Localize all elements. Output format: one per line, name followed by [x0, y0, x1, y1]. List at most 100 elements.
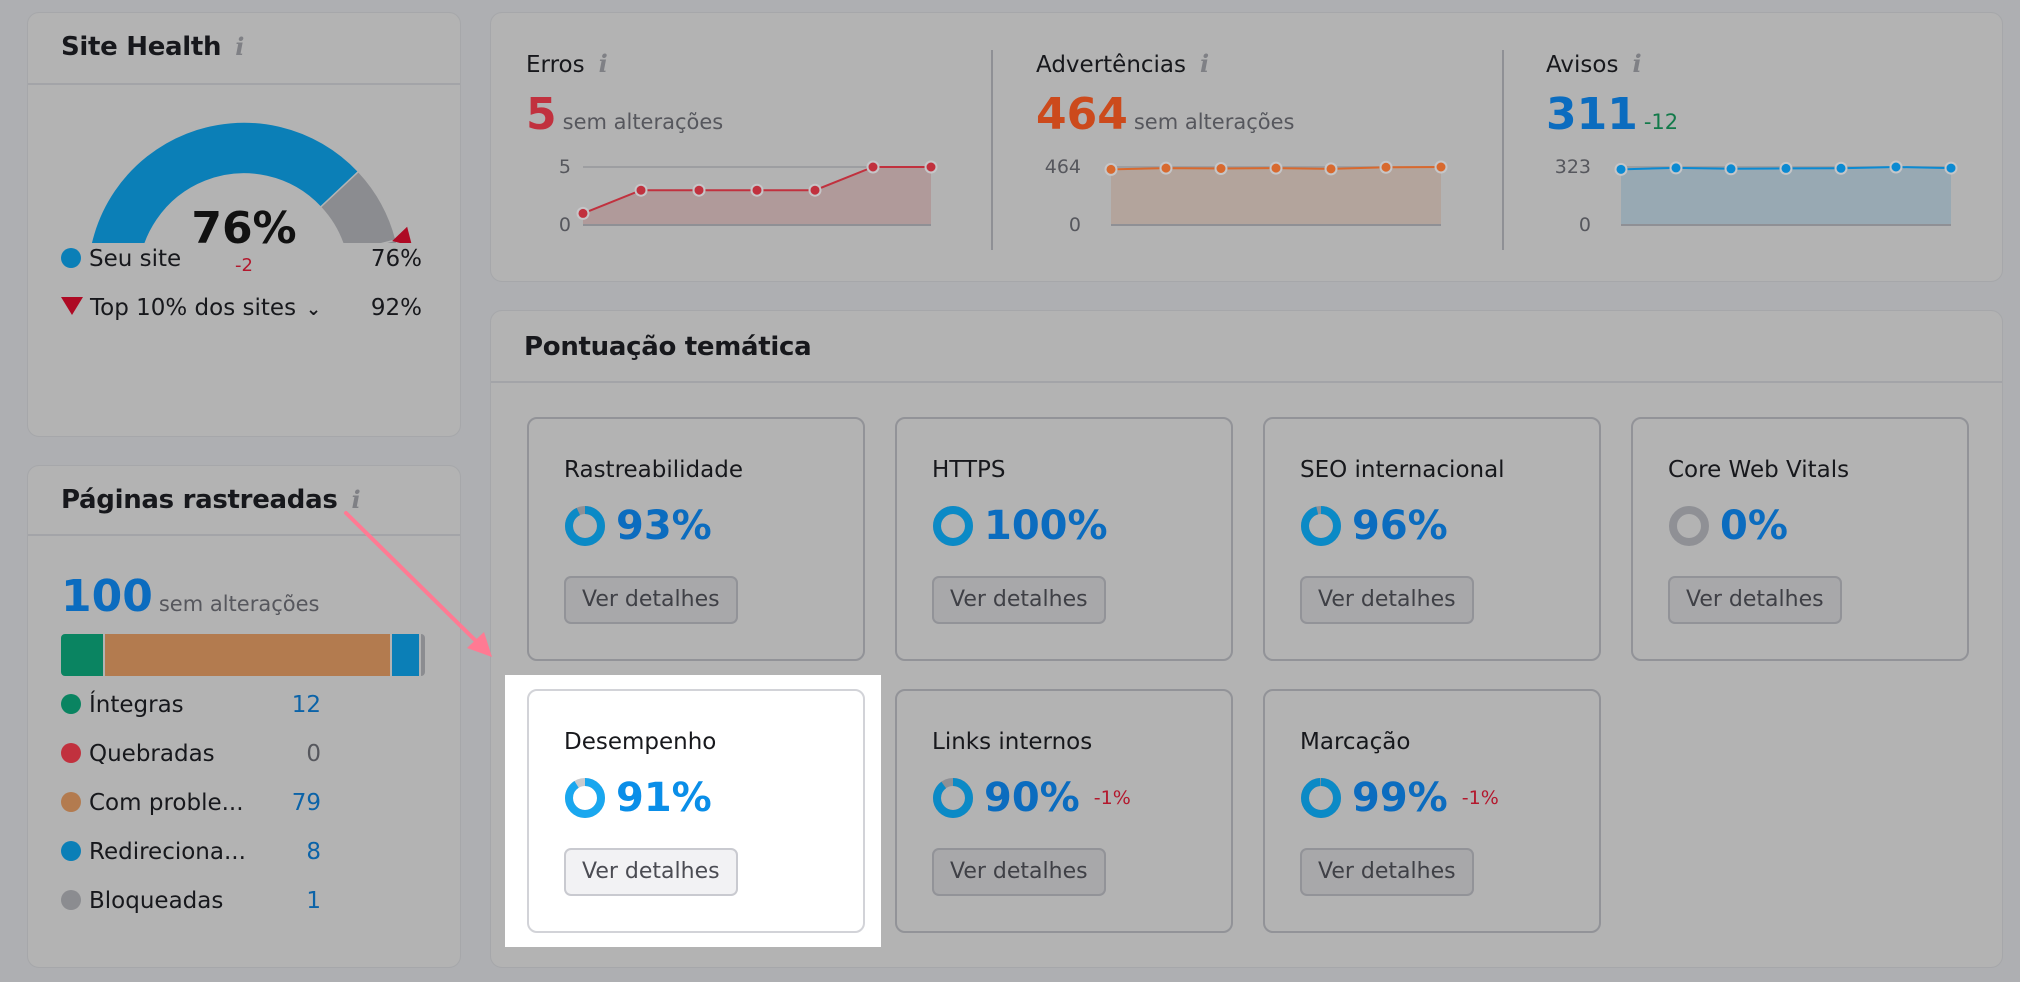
- stat-value[interactable]: 5 sem alterações: [526, 89, 723, 140]
- info-icon[interactable]: i: [599, 49, 608, 78]
- tile-name: SEO internacional: [1300, 457, 1505, 483]
- pages-distribution-bar[interactable]: [61, 634, 425, 676]
- category-label: Íntegras: [89, 692, 184, 718]
- donut-fill: [933, 506, 973, 546]
- data-point[interactable]: [808, 183, 822, 197]
- data-point[interactable]: [1944, 161, 1958, 175]
- area-fill: [1621, 167, 1951, 225]
- bar-segment[interactable]: [392, 634, 422, 676]
- tile-score-change: -1%: [1093, 787, 1131, 809]
- tile-name: Rastreabilidade: [564, 457, 743, 483]
- thematic-reports-card: Pontuação temática Rastreabilidade 93% Ver…: [490, 310, 2003, 968]
- view-details-button[interactable]: Ver detalhes: [1300, 848, 1474, 896]
- thematic-header: Pontuação temática: [491, 311, 2002, 383]
- stat-warnings: Advertências i 464 sem alterações 464 0: [1001, 13, 1491, 283]
- data-point[interactable]: [866, 160, 880, 174]
- donut-fill: [1301, 506, 1341, 546]
- score-donut-icon: [1669, 506, 1709, 546]
- category-count[interactable]: 8: [306, 839, 321, 865]
- bar-segment[interactable]: [104, 634, 393, 676]
- issues-summary-card: Erros i 5 sem alterações 50 Advertências i …: [490, 12, 2003, 282]
- data-point[interactable]: [1434, 160, 1448, 174]
- tile-score: 0%: [1668, 503, 1788, 551]
- donut-fill: [565, 778, 605, 818]
- data-point[interactable]: [1379, 160, 1393, 174]
- info-icon[interactable]: i: [1632, 49, 1641, 78]
- category-row: Íntegras 12: [61, 692, 321, 722]
- view-details-button[interactable]: Ver detalhes: [932, 848, 1106, 896]
- view-details-button[interactable]: Ver detalhes: [1300, 576, 1474, 624]
- stat-label: Avisos i: [1546, 49, 1642, 78]
- donut-fill: [1301, 778, 1341, 818]
- info-icon[interactable]: i: [352, 485, 361, 514]
- data-point[interactable]: [1214, 162, 1228, 175]
- data-point[interactable]: [1779, 161, 1793, 175]
- tile-score: 91%: [564, 775, 712, 823]
- tile-score-value: 100%: [984, 503, 1108, 549]
- warnings-trend-chart: 464 0: [1045, 156, 1448, 236]
- tile-name: HTTPS: [932, 457, 1006, 483]
- view-details-button[interactable]: Ver detalhes: [932, 576, 1106, 624]
- data-point[interactable]: [1269, 161, 1283, 175]
- stat-value[interactable]: 311 -12: [1546, 89, 1678, 140]
- category-count[interactable]: 1: [306, 888, 321, 914]
- blue-dot-icon: [61, 248, 81, 268]
- bar-segment[interactable]: [61, 634, 105, 676]
- chevron-down-icon[interactable]: ⌄: [306, 299, 321, 320]
- legend-label: Top 10% dos sites: [90, 295, 297, 321]
- tile-name: Marcação: [1300, 729, 1411, 755]
- score-donut-icon: [565, 506, 605, 546]
- data-point[interactable]: [1724, 162, 1738, 176]
- data-point[interactable]: [1104, 162, 1118, 176]
- legend-top10[interactable]: Top 10% dos sites ⌄ 92%: [61, 295, 422, 325]
- view-details-button[interactable]: Ver detalhes: [564, 576, 738, 624]
- data-point[interactable]: [1834, 161, 1848, 175]
- divider: [1502, 50, 1504, 250]
- crawled-pages-total[interactable]: 100 sem alterações: [61, 571, 319, 622]
- stat-number[interactable]: 464: [1036, 89, 1128, 140]
- score-donut-icon: [933, 778, 973, 818]
- legend-label: Seu site: [89, 246, 182, 272]
- y-tick-label: 0: [559, 214, 571, 236]
- crawled-pages-title-text: Páginas rastreadas: [61, 485, 338, 515]
- view-details-button[interactable]: Ver detalhes: [564, 848, 738, 896]
- y-tick-label: 5: [559, 156, 571, 178]
- data-point[interactable]: [924, 160, 938, 174]
- data-point[interactable]: [1324, 162, 1338, 176]
- stat-label-text: Erros: [526, 52, 585, 78]
- tile-name: Links internos: [932, 729, 1093, 755]
- y-tick-label: 323: [1555, 156, 1591, 178]
- data-point[interactable]: [634, 183, 648, 197]
- data-point[interactable]: [1614, 162, 1628, 176]
- stat-number[interactable]: 5: [526, 89, 557, 140]
- area-fill: [1111, 167, 1441, 225]
- data-point[interactable]: [692, 183, 706, 197]
- data-point[interactable]: [750, 183, 764, 197]
- donut-fill: [565, 506, 605, 546]
- tile-score: 90% -1%: [932, 775, 1131, 823]
- thematic-tile: Rastreabilidade 93% Ver detalhes: [527, 417, 865, 661]
- score-donut-icon: [1301, 506, 1341, 546]
- stat-value[interactable]: 464 sem alterações: [1036, 89, 1294, 140]
- category-label: Bloqueadas: [89, 888, 224, 914]
- stat-label: Advertências i: [1036, 49, 1209, 78]
- data-point[interactable]: [1889, 160, 1903, 174]
- stat-number[interactable]: 311: [1546, 89, 1638, 140]
- category-count[interactable]: 79: [292, 790, 321, 816]
- tile-score-value: 93%: [616, 503, 712, 549]
- data-point[interactable]: [1669, 161, 1683, 175]
- donut-fill: [933, 778, 973, 818]
- crawled-pages-header: Páginas rastreadas i: [28, 466, 460, 536]
- total-value[interactable]: 100: [61, 571, 153, 622]
- view-details-button[interactable]: Ver detalhes: [1668, 576, 1842, 624]
- score-donut-icon: [933, 506, 973, 546]
- category-count[interactable]: 12: [292, 692, 321, 718]
- bar-segment[interactable]: [421, 634, 425, 676]
- tile-name: Desempenho: [564, 729, 717, 755]
- crawled-pages-title: Páginas rastreadas i: [61, 485, 361, 515]
- data-point[interactable]: [1159, 161, 1173, 175]
- data-point[interactable]: [576, 206, 590, 220]
- info-icon[interactable]: i: [1200, 49, 1209, 78]
- category-dot-icon: [61, 792, 81, 812]
- thematic-tile: Desempenho 91% Ver detalhes: [527, 689, 865, 933]
